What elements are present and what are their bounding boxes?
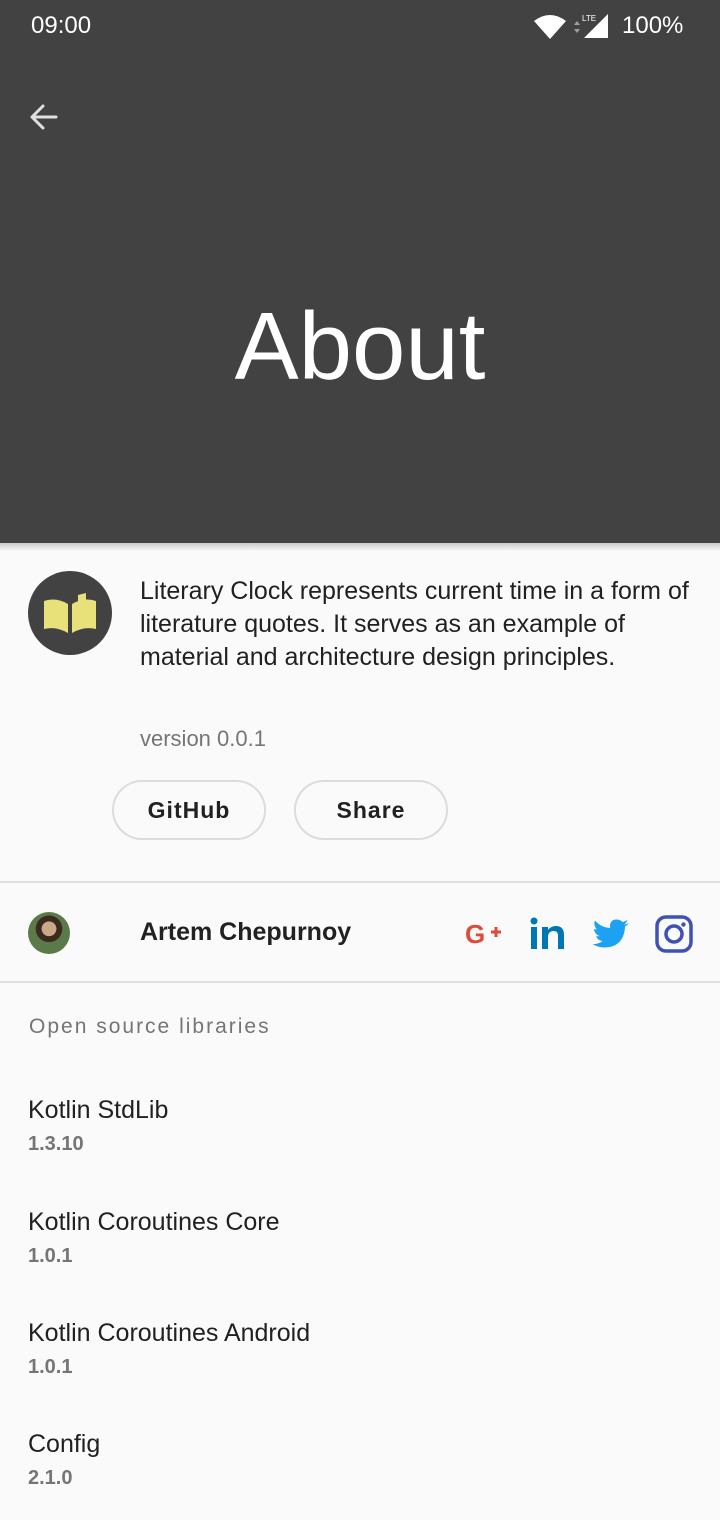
wifi-icon: [534, 15, 566, 39]
library-item[interactable]: Kotlin StdLib 1.3.10: [28, 1096, 688, 1156]
library-version: 1.0.1: [28, 1356, 73, 1378]
linkedin-icon[interactable]: [528, 914, 568, 954]
library-item[interactable]: Kotlin Coroutines Core 1.0.1: [28, 1208, 688, 1268]
author-avatar[interactable]: [28, 912, 70, 954]
library-version: 2.1.0: [28, 1467, 73, 1489]
app-description: Literary Clock represents current time i…: [140, 577, 689, 671]
libraries-section-title: Open source libraries: [29, 1015, 271, 1038]
svg-text:G: G: [465, 919, 485, 949]
header: 09:00 LTE 100% About: [0, 0, 720, 543]
library-version: 1.3.10: [28, 1133, 84, 1155]
arrow-back-icon: [30, 104, 58, 130]
status-time: 09:00: [31, 12, 92, 39]
library-name: Kotlin Coroutines Android: [28, 1319, 311, 1347]
back-button[interactable]: [24, 98, 64, 138]
svg-text:LTE: LTE: [582, 14, 596, 23]
share-button[interactable]: Share: [294, 780, 448, 840]
instagram-icon[interactable]: [654, 914, 694, 954]
library-name: Kotlin Coroutines Core: [28, 1208, 280, 1236]
status-bar: 09:00 LTE 100%: [0, 0, 720, 56]
divider: [0, 981, 720, 983]
lte-signal-icon: LTE: [574, 14, 608, 38]
divider: [0, 881, 720, 883]
library-item[interactable]: Kotlin Coroutines Android 1.0.1: [28, 1319, 688, 1379]
twitter-icon[interactable]: [591, 914, 631, 954]
library-version: 1.0.1: [28, 1245, 73, 1267]
battery-percentage: 100%: [622, 12, 684, 39]
library-item[interactable]: Config 2.1.0: [28, 1430, 688, 1490]
app-version: version 0.0.1: [140, 726, 266, 751]
github-button[interactable]: GitHub: [112, 780, 266, 840]
header-shadow: [0, 543, 720, 551]
library-name: Kotlin StdLib: [28, 1096, 169, 1124]
page-title: About: [234, 293, 486, 400]
google-plus-icon[interactable]: G: [464, 914, 504, 954]
author-name: Artem Chepurnoy: [140, 918, 352, 946]
book-icon: [44, 593, 96, 633]
library-name: Config: [28, 1430, 101, 1458]
app-logo: [28, 571, 112, 655]
